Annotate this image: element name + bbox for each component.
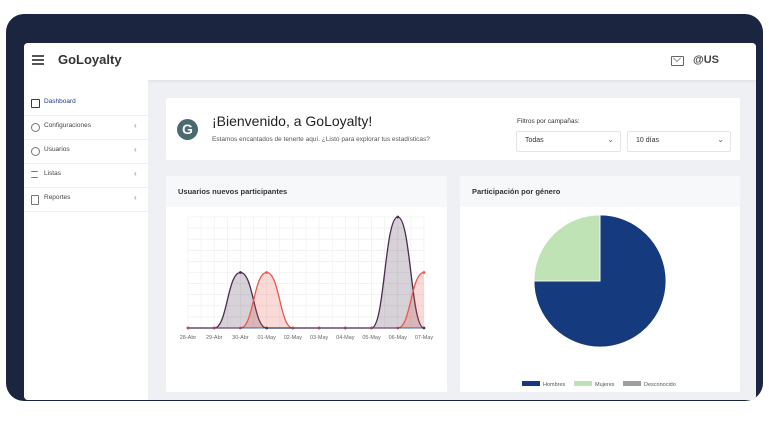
- sidebar-item-reportes[interactable]: Reportes ‹: [24, 187, 148, 212]
- data-point: [422, 271, 426, 274]
- data-point: [265, 271, 269, 274]
- user-menu[interactable]: @US: [693, 54, 719, 66]
- x-tick-label: 06-May: [389, 335, 408, 341]
- mail-icon[interactable]: [671, 56, 684, 66]
- card-title: Participación por género: [472, 187, 561, 196]
- x-tick-label: 04-May: [336, 335, 355, 341]
- days-select[interactable]: 10 días ⌄: [627, 131, 731, 152]
- sidebar-item-listas[interactable]: Listas ‹: [24, 163, 148, 188]
- x-tick-label: 28-Abr: [180, 335, 197, 341]
- card-header: Participación por género: [460, 176, 740, 207]
- chevron-left-icon: ‹: [134, 193, 137, 202]
- pie-slice: [533, 214, 601, 282]
- sidebar-item-label: Usuarios: [44, 146, 70, 153]
- x-tick-label: 03-May: [310, 335, 329, 341]
- card-title: Usuarios nuevos participantes: [178, 187, 288, 196]
- sidebar-item-label: Listas: [44, 170, 61, 177]
- goloyalty-logo: [177, 119, 198, 140]
- sidebar-item-usuarios[interactable]: Usuarios ‹: [24, 139, 148, 164]
- x-tick-label: 29-Abr: [206, 335, 223, 341]
- legend-swatch: [574, 381, 592, 386]
- x-tick-label: 05-May: [362, 335, 381, 341]
- list-icon: [31, 171, 38, 178]
- gear-icon: [31, 123, 40, 132]
- file-icon: [31, 195, 39, 205]
- welcome-title: ¡Bienvenido, a GoLoyalty!: [212, 113, 373, 129]
- home-icon: [31, 99, 40, 108]
- card-header: Usuarios nuevos participantes: [166, 176, 447, 207]
- users-icon: [31, 147, 40, 156]
- sidebar: Dashboard Configuraciones ‹ Usuarios ‹ L…: [24, 80, 148, 400]
- device-frame: GoLoyalty @US Dashboard Configuraciones …: [6, 14, 763, 401]
- top-bar: GoLoyalty @US: [24, 43, 756, 80]
- days-select-value: 10 días: [636, 137, 659, 144]
- data-point: [396, 215, 400, 219]
- sidebar-item-configuraciones[interactable]: Configuraciones ‹: [24, 115, 148, 140]
- campaign-select-value: Todas: [525, 137, 544, 144]
- x-tick-label: 07-May: [415, 335, 434, 341]
- legend-swatch: [623, 381, 641, 386]
- new-users-chart-card: Usuarios nuevos participantes 28-Abr 29-A…: [166, 176, 447, 392]
- chevron-down-icon: ⌄: [717, 135, 724, 144]
- sidebar-item-label: Configuraciones: [44, 122, 91, 129]
- x-tick-label: 02-May: [284, 335, 303, 341]
- sidebar-item-label: Reportes: [44, 194, 71, 201]
- new-users-area-chart: 28-Abr 29-Abr 30-Abr 01-May 02-May 03-May 04-M…: [180, 215, 434, 341]
- chevron-left-icon: ‹: [134, 169, 137, 178]
- chevron-left-icon: ‹: [134, 121, 137, 130]
- app-screen: GoLoyalty @US Dashboard Configuraciones …: [24, 43, 756, 400]
- legend-swatch: [522, 381, 540, 386]
- sidebar-item-dashboard[interactable]: Dashboard: [24, 91, 148, 116]
- x-tick-label: 01-May: [257, 335, 276, 341]
- chevron-left-icon: ‹: [134, 145, 137, 154]
- legend-label: Desconocido: [644, 382, 676, 388]
- welcome-subtitle: Estamos encantados de tenerte aquí. ¿Lis…: [212, 136, 430, 143]
- sidebar-item-label: Dashboard: [44, 98, 76, 105]
- brand-title: GoLoyalty: [58, 52, 122, 67]
- campaign-select[interactable]: Todas ⌄: [516, 131, 621, 152]
- x-tick-label: 30-Abr: [232, 335, 249, 341]
- legend-label: Hombres: [543, 382, 566, 388]
- filter-label: Filtros por campañas:: [517, 118, 580, 125]
- gender-pie-chart: Hombres Mujeres Desconocido: [522, 214, 676, 388]
- hamburger-menu-icon[interactable]: [32, 55, 44, 65]
- gender-chart-card: Participación por género Hombres Mujeres D…: [460, 176, 740, 392]
- welcome-card: ¡Bienvenido, a GoLoyalty! Estamos encant…: [166, 98, 740, 160]
- data-point: [239, 271, 242, 274]
- chevron-down-icon: ⌄: [607, 135, 614, 144]
- legend-label: Mujeres: [595, 382, 615, 388]
